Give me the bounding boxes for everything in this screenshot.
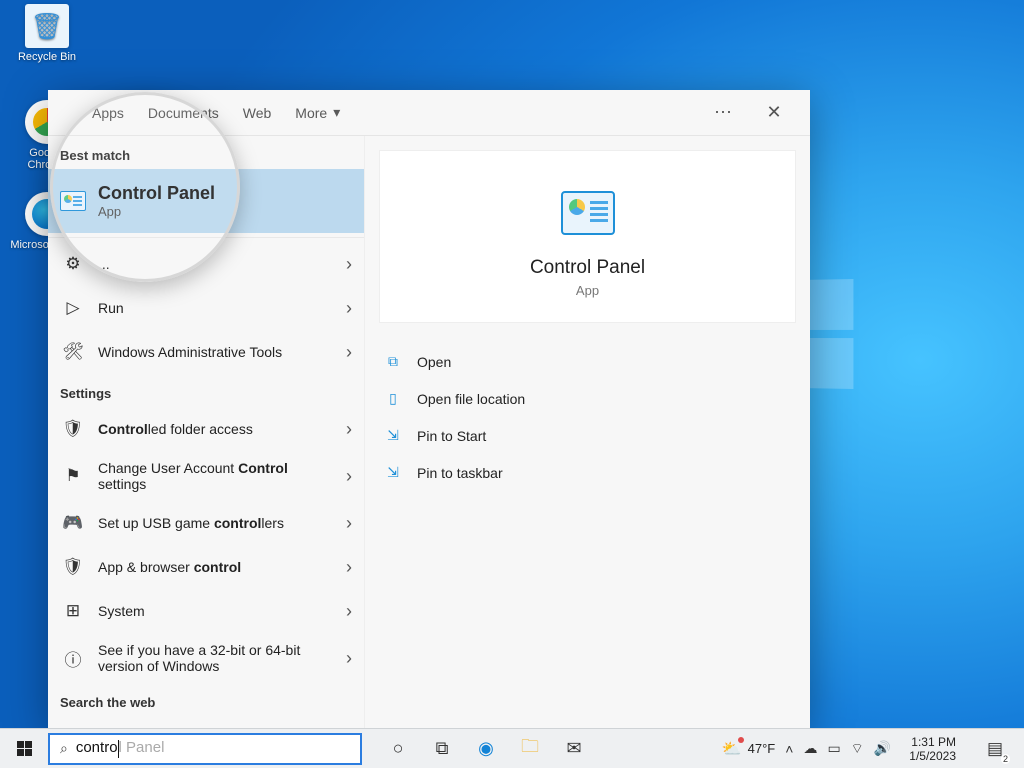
result-setting[interactable]: 🎮 Set up USB game controllers (48, 501, 364, 545)
chevron-right-icon (346, 254, 352, 275)
pin-icon: ⇲ (383, 464, 403, 481)
action-open-file-location[interactable]: ▯Open file location (379, 380, 796, 417)
preview-subtitle: App (410, 283, 765, 298)
more-options-button[interactable]: ⋯ (714, 102, 734, 123)
chevron-down-icon: ▾ (333, 104, 340, 121)
search-typed-text: contro (76, 739, 118, 756)
result-setting[interactable]: 🛡 App & browser control (48, 545, 364, 589)
desktop-icon-recycle-bin[interactable]: Recycle Bin (10, 4, 84, 63)
result-app-run[interactable]: ▷ Run (48, 286, 364, 330)
tray-onedrive-icon[interactable]: ☁ (803, 740, 817, 757)
result-best-match[interactable]: Control Panel App (48, 169, 364, 233)
tab-documents[interactable]: Documents (148, 90, 219, 136)
tab-more[interactable]: More▾ (295, 90, 340, 136)
control-panel-icon (60, 188, 86, 214)
chevron-right-icon (346, 419, 352, 440)
chevron-right-icon (346, 342, 352, 363)
taskbar-edge[interactable]: ◉ (464, 729, 508, 768)
system-icon: ⊞ (60, 598, 86, 624)
search-icon: ⌕ (60, 740, 68, 757)
result-app[interactable]: ⚙ ... (48, 242, 364, 286)
notification-badge: 2 (1001, 754, 1010, 764)
taskbar-mail[interactable]: ✉ (552, 729, 596, 768)
result-setting[interactable]: ⓘ See if you have a 32-bit or 64-bit ver… (48, 633, 364, 683)
taskbar-search-box[interactable]: ⌕ control Panel (48, 733, 362, 765)
info-icon: ⓘ (60, 645, 86, 671)
chevron-right-icon (346, 466, 352, 487)
pin-icon: ⇲ (383, 427, 403, 444)
weather-temp: 47°F (748, 741, 776, 756)
tab-apps[interactable]: Apps (92, 90, 124, 136)
tray-battery-icon[interactable]: ▭ (827, 740, 840, 757)
preview-title: Control Panel (410, 257, 765, 279)
taskbar-weather[interactable]: ⛅ 47°F (722, 739, 776, 759)
windows-logo-icon (17, 741, 32, 756)
result-setting[interactable]: 🛡 Controlled folder access (48, 407, 364, 451)
taskbar-clock[interactable]: 1:31 PM 1/5/2023 (901, 735, 964, 763)
search-web-heading: Search the web (48, 683, 364, 716)
best-match-heading: Best match (48, 136, 364, 169)
start-search-panel: Apps Documents Web More▾ ⋯ ✕ Best match … (48, 90, 810, 728)
close-button[interactable]: ✕ (758, 102, 790, 123)
search-suggestion-ghost: l Panel (119, 739, 165, 756)
tray-network-icon[interactable]: ⌔ (851, 740, 864, 758)
result-setting-system[interactable]: ⊞ System (48, 589, 364, 633)
chevron-right-icon (346, 557, 352, 578)
run-icon: ▷ (60, 295, 86, 321)
shield-icon: 🛡 (60, 416, 86, 442)
search-filter-tabs: Apps Documents Web More▾ ⋯ ✕ (48, 90, 810, 136)
taskbar: ⌕ control Panel ○ ⧉ ◉ 🗀 ✉ ⛅ 47°F ˄ ☁ ▭ ⌔… (0, 728, 1024, 768)
chevron-right-icon (346, 298, 352, 319)
weather-icon: ⛅ (722, 739, 742, 759)
taskbar-file-explorer[interactable]: 🗀 (508, 729, 552, 768)
controller-icon: 🎮 (60, 510, 86, 536)
tray-chevron-up-icon[interactable]: ˄ (785, 741, 793, 757)
system-tray: ⛅ 47°F ˄ ☁ ▭ ⌔ 🔊 1:31 PM 1/5/2023 ▤ 2 (714, 729, 1024, 768)
open-icon: ⧉ (383, 353, 403, 370)
taskbar-task-view[interactable]: ⧉ (420, 729, 464, 768)
result-preview-pane: Control Panel App ⧉Open ▯Open file locat… (364, 136, 810, 728)
best-match-title: Control Panel (98, 183, 215, 203)
chevron-right-icon (346, 513, 352, 534)
best-match-subtitle: App (98, 204, 352, 219)
chevron-right-icon (346, 648, 352, 669)
action-open[interactable]: ⧉Open (379, 343, 796, 380)
control-panel-icon (561, 191, 615, 235)
preview-card: Control Panel App (379, 150, 796, 323)
chevron-right-icon (346, 601, 352, 622)
tools-icon: 🛠 (60, 339, 86, 365)
result-setting[interactable]: ⚑ Change User Account Control settings (48, 451, 364, 501)
tray-volume-icon[interactable]: 🔊 (874, 740, 891, 757)
action-pin-to-start[interactable]: ⇲Pin to Start (379, 417, 796, 454)
folder-icon: ▯ (383, 390, 403, 407)
clock-date: 1/5/2023 (909, 749, 956, 763)
action-center-button[interactable]: ▤ 2 (974, 729, 1016, 768)
recycle-bin-icon (25, 4, 69, 48)
action-pin-to-taskbar[interactable]: ⇲Pin to taskbar (379, 454, 796, 491)
desktop-icon-label: Recycle Bin (10, 51, 84, 63)
clock-time: 1:31 PM (909, 735, 956, 749)
start-button[interactable] (0, 729, 48, 768)
flag-icon: ⚑ (60, 463, 86, 489)
results-list: Best match Control Panel App ⚙ ... ▷ (48, 136, 364, 728)
desktop: Recycle Bin Gooost Chrome Microsoft Edge… (0, 0, 1024, 768)
settings-heading: Settings (48, 374, 364, 407)
taskbar-cortana[interactable]: ○ (376, 729, 420, 768)
tab-web[interactable]: Web (243, 90, 272, 136)
shield-icon: 🛡 (60, 554, 86, 580)
settings-icon: ⚙ (60, 251, 86, 277)
result-web[interactable]: ⌕ contro - See web results (48, 716, 364, 728)
result-app-admin-tools[interactable]: 🛠 Windows Administrative Tools (48, 330, 364, 374)
